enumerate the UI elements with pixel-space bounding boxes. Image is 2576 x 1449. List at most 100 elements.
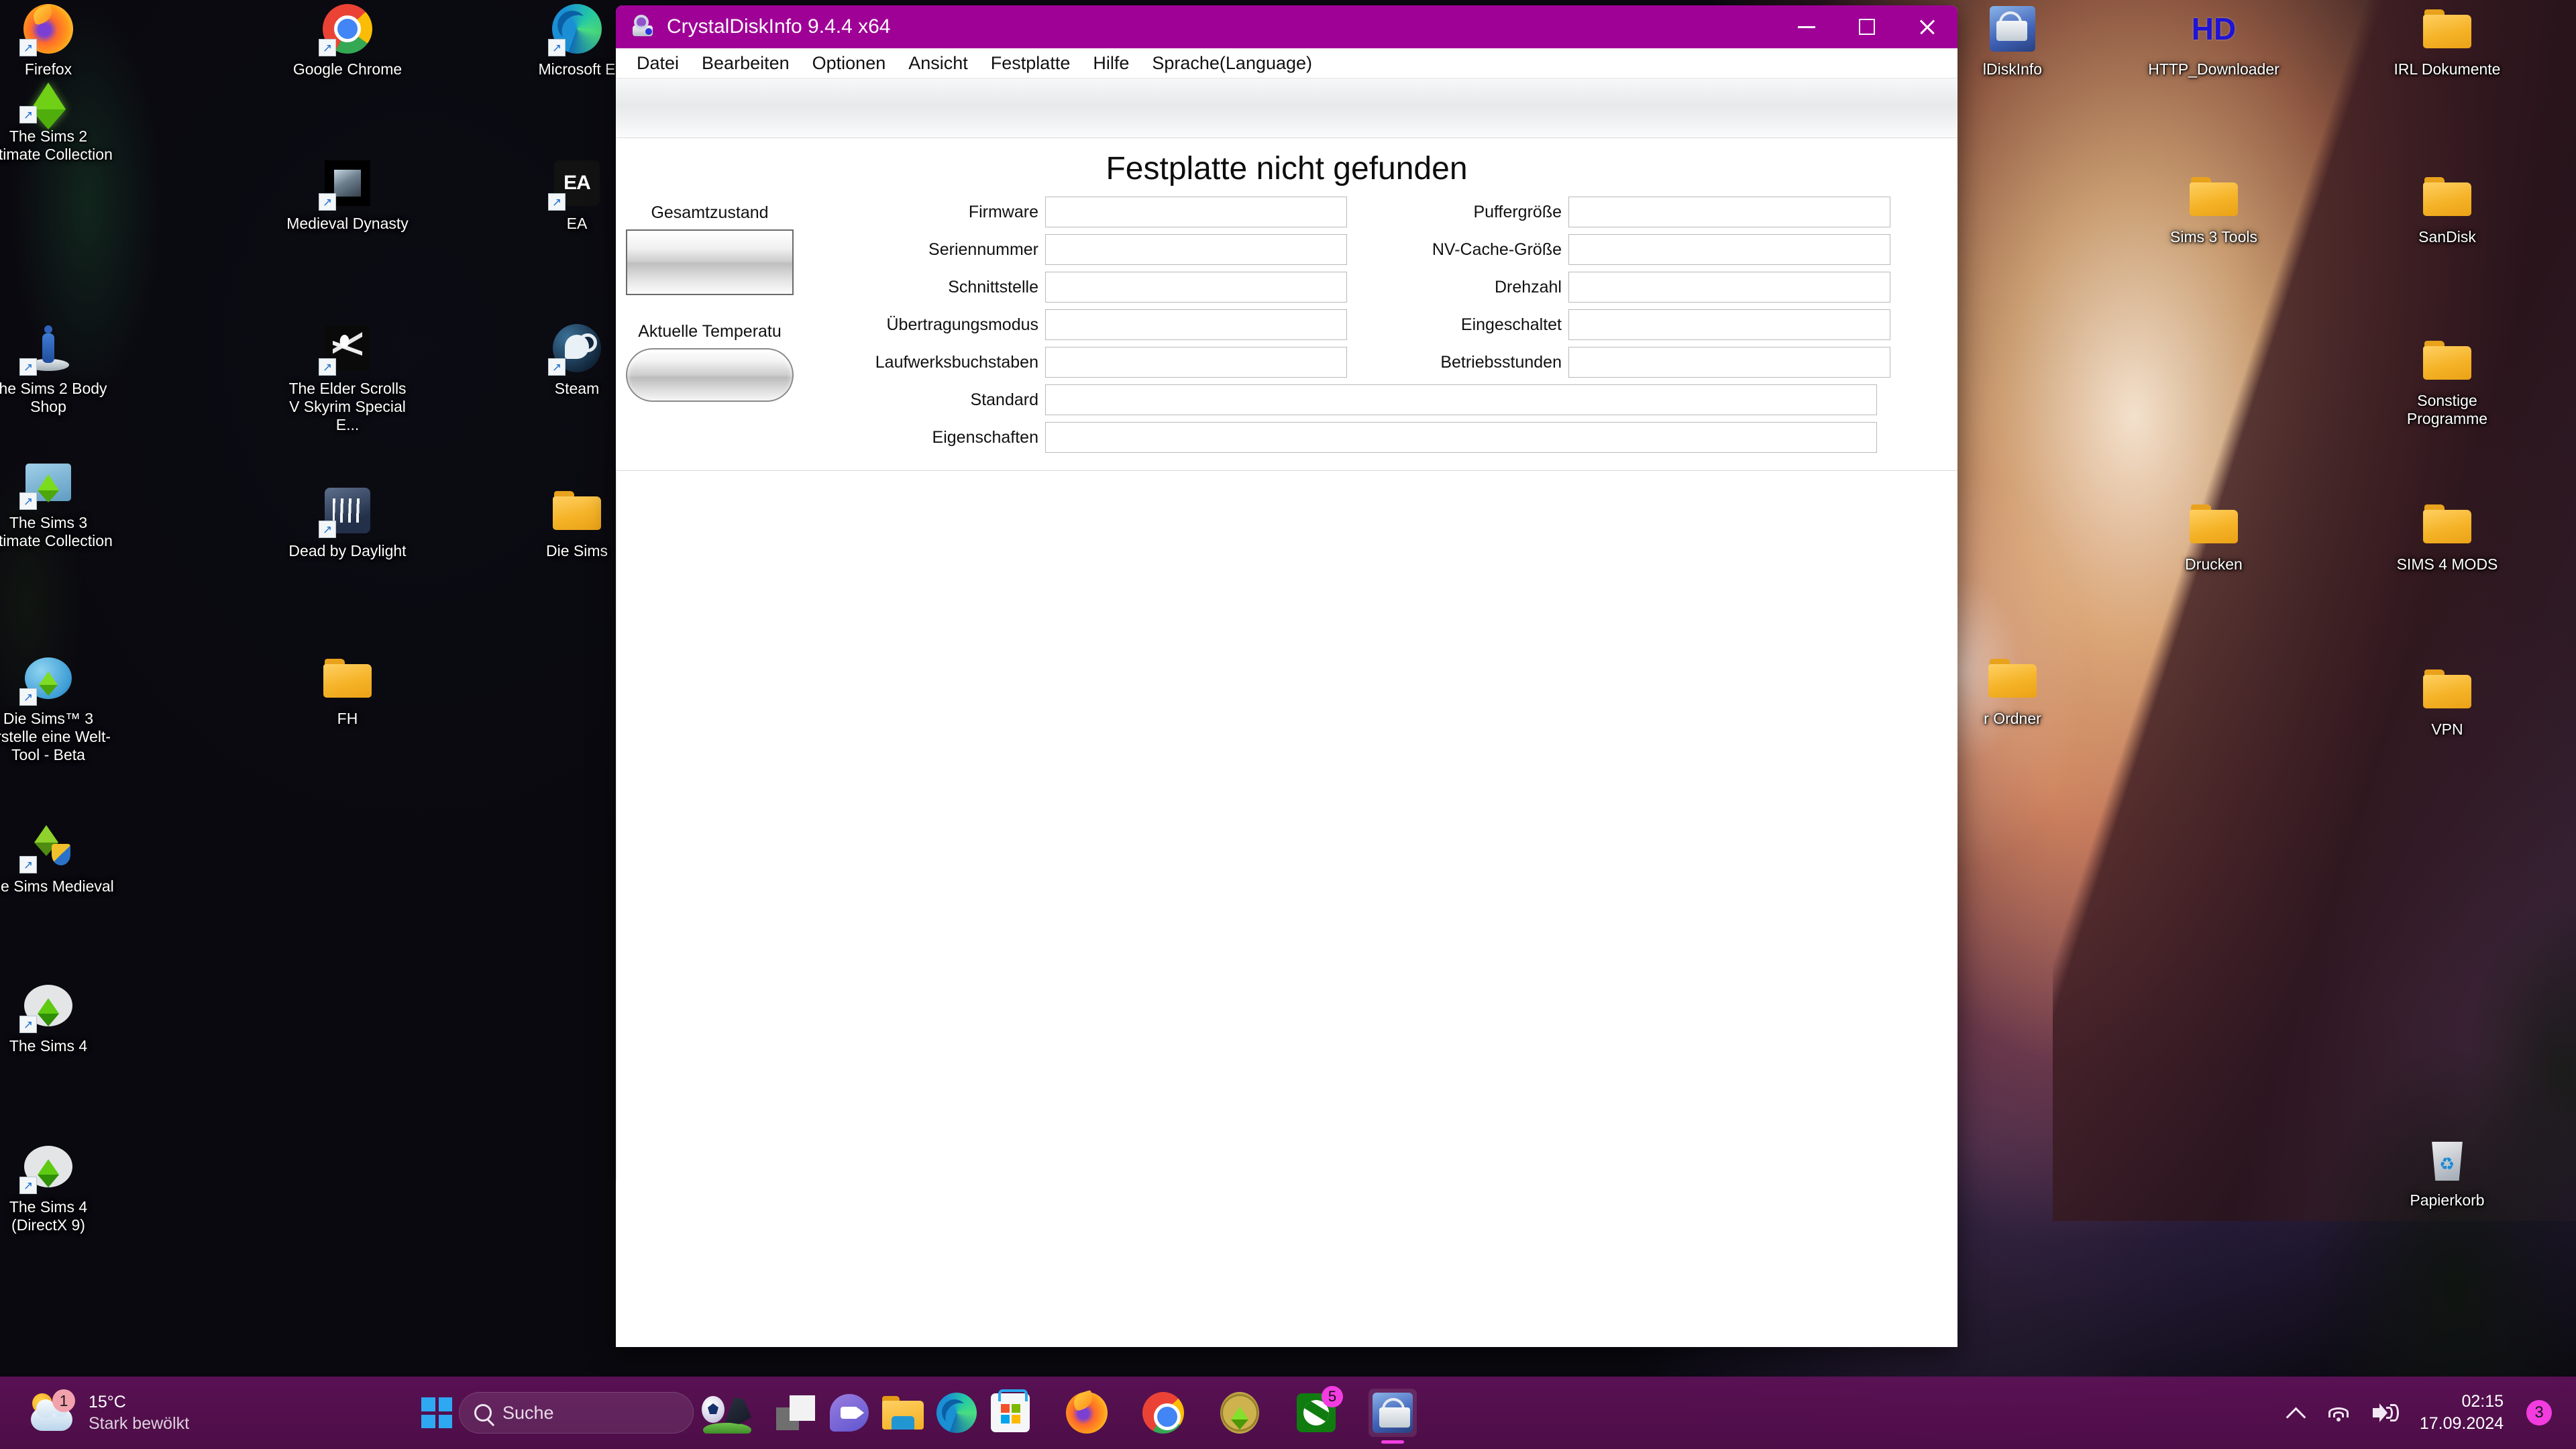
shortcut-arrow-icon: ↗ [319, 358, 336, 376]
start-button[interactable] [421, 1397, 452, 1428]
desktop-icon-die-sims-3-world-tool[interactable]: ↗ Die Sims™ 3 Erstelle eine Welt-Tool - … [0, 652, 115, 764]
maximize-button[interactable] [1837, 5, 1897, 48]
taskbar-xbox-button[interactable]: 5 [1292, 1386, 1343, 1437]
field-label-seriennummer: Seriennummer [928, 239, 1038, 259]
desktop-icon-label: IRL Dokumente [2394, 60, 2501, 78]
menu-item-festplatte[interactable]: Festplatte [979, 50, 1082, 76]
the-sims-icon [1220, 1392, 1259, 1434]
window-controls[interactable] [1776, 5, 1957, 48]
desktop-icon-skyrim-special-edition[interactable]: ↗ The Elder Scrolls V Skyrim Special E..… [280, 322, 415, 434]
smart-attributes-panel[interactable] [616, 470, 1957, 1181]
menu-item-hilfe[interactable]: Hilfe [1081, 50, 1140, 76]
taskbar-edge-button[interactable] [932, 1389, 981, 1437]
menu-bar[interactable]: Datei Bearbeiten Optionen Ansicht Festpl… [616, 48, 1957, 78]
field-input-puffergroesse[interactable] [1568, 197, 1890, 227]
desktop-icon-http-downloader[interactable]: HD HTTP_Downloader [2147, 3, 2281, 78]
medieval-dynasty-icon: ↗ [319, 157, 374, 211]
taskbar-file-explorer-button[interactable] [879, 1389, 927, 1437]
system-tray[interactable]: 02:15 17.09.2024 3 [2287, 1391, 2576, 1435]
weather-temperature: 15°C [89, 1392, 126, 1411]
desktop-icon-dead-by-daylight[interactable]: ↗ Dead by Daylight [280, 484, 415, 560]
taskbar-firefox-button[interactable] [1063, 1389, 1111, 1437]
desktop-icon-firefox[interactable]: ↗ Firefox [0, 3, 115, 78]
desktop-icon-the-sims-4[interactable]: ↗ The Sims 4 [0, 979, 115, 1055]
desktop-icon-irl-dokumente[interactable]: IRL Dokumente [2380, 3, 2514, 78]
temperature-indicator[interactable] [626, 348, 794, 402]
desktop-icon-label: Medieval Dynasty [286, 215, 409, 232]
desktop-icon-the-sims-4-directx-9[interactable]: ↗ The Sims 4 (DirectX 9) [0, 1140, 115, 1234]
chrome-icon: ↗ [319, 3, 374, 56]
desktop-icon-the-sims-2-ultimate-collection[interactable]: ↗ The Sims 2 Ultimate Collection [0, 70, 115, 164]
wifi-icon[interactable] [2327, 1404, 2350, 1421]
desktop-icon-crystaldiskinfo[interactable]: lDiskInfo [1945, 3, 2080, 78]
desktop-icon-sims-3-tools[interactable]: Sims 3 Tools [2147, 170, 2281, 246]
field-input-eigenschaften[interactable] [1045, 422, 1877, 453]
notification-badge[interactable]: 3 [2526, 1400, 2552, 1426]
chevron-up-icon[interactable] [2287, 1404, 2304, 1421]
taskbar-chat-button[interactable] [825, 1389, 873, 1437]
field-input-firmware[interactable] [1045, 197, 1347, 227]
minimize-button[interactable] [1776, 5, 1837, 48]
volume-icon[interactable] [2372, 1403, 2399, 1422]
taskbar-microsoft-store-button[interactable] [986, 1389, 1034, 1437]
desktop-icon-fh[interactable]: FH [280, 652, 415, 728]
sims2-bodyshop-icon: ↗ [19, 322, 74, 376]
desktop-icon-sandisk[interactable]: SanDisk [2380, 170, 2514, 246]
field-row: Firmware [797, 197, 1360, 227]
desktop-icon-the-sims-medieval[interactable]: ↗ The Sims Medieval [0, 820, 115, 896]
field-input-standard[interactable] [1045, 384, 1877, 415]
menu-item-bearbeiten[interactable]: Bearbeiten [690, 50, 801, 76]
desktop-icon-ordner[interactable]: r Ordner [1945, 652, 2080, 728]
ea-icon: EA ↗ [548, 157, 603, 211]
shortcut-arrow-icon: ↗ [319, 39, 336, 56]
desktop-icon-the-sims-3-ultimate-collection[interactable]: ↗ The Sims 3 Ultimate Collection [0, 456, 115, 550]
search-input[interactable]: Suche [459, 1392, 694, 1434]
taskbar-center[interactable]: Suche 5 [421, 1386, 1417, 1437]
field-input-schnittstelle[interactable] [1045, 272, 1347, 303]
taskbar-chrome-button[interactable] [1139, 1389, 1187, 1437]
window-titlebar[interactable]: CrystalDiskInfo 9.4.4 x64 [616, 5, 1957, 48]
field-input-laufwerksbuchstaben[interactable] [1045, 347, 1347, 378]
field-input-nv-cache-groesse[interactable] [1568, 234, 1890, 265]
shortcut-arrow-icon: ↗ [19, 1016, 37, 1033]
menu-item-ansicht[interactable]: Ansicht [897, 50, 979, 76]
field-input-drehzahl[interactable] [1568, 272, 1890, 303]
clock[interactable]: 02:15 17.09.2024 [2420, 1391, 2504, 1435]
weather-widget[interactable]: 1 15°C Stark bewölkt [30, 1389, 405, 1435]
field-label-eigenschaften: Eigenschaften [932, 427, 1038, 447]
taskbar[interactable]: 1 15°C Stark bewölkt Suche 5 02:15 17.09… [0, 1377, 2576, 1449]
desktop-icon-label: The Sims 2 Body Shop [0, 380, 107, 416]
field-input-seriennummer[interactable] [1045, 234, 1347, 265]
folder-icon [551, 484, 603, 537]
field-input-uebertragungsmodus[interactable] [1045, 309, 1347, 340]
crystaldiskinfo-window[interactable]: CrystalDiskInfo 9.4.4 x64 Datei Bearbeit… [616, 5, 1957, 1347]
field-input-betriebsstunden[interactable] [1568, 347, 1890, 378]
desktop-icon-the-sims-2-body-shop[interactable]: ↗ The Sims 2 Body Shop [0, 322, 115, 416]
desktop-icon-papierkorb[interactable]: ♻ Papierkorb [2380, 1134, 2514, 1210]
desktop-icon-label: Google Chrome [292, 60, 402, 78]
status-panel: Gesamtzustand Aktuelle Temperatu [616, 197, 797, 460]
shortcut-arrow-icon: ↗ [548, 358, 566, 376]
taskbar-apps[interactable]: 5 [771, 1386, 1417, 1437]
desktop-icon-google-chrome[interactable]: ↗ Google Chrome [280, 3, 415, 78]
sports-widget[interactable] [700, 1392, 751, 1434]
field-input-eingeschaltet[interactable] [1568, 309, 1890, 340]
menu-item-datei[interactable]: Datei [625, 50, 690, 76]
taskbar-the-sims-button[interactable] [1216, 1389, 1264, 1437]
folder-icon [321, 652, 374, 704]
desktop-icon-vpn[interactable]: VPN [2380, 663, 2514, 739]
desktop-icon-sonstige-programme[interactable]: Sonstige Programme [2380, 334, 2514, 428]
disk-selector-toolbar[interactable] [616, 78, 1957, 138]
menu-item-optionen[interactable]: Optionen [801, 50, 898, 76]
taskbar-crystaldiskinfo-button[interactable] [1368, 1389, 1417, 1437]
desktop-icon-sims-4-mods[interactable]: SIMS 4 MODS [2380, 498, 2514, 574]
field-row: Übertragungsmodus [797, 309, 1360, 340]
taskbar-task-view-button[interactable] [771, 1389, 820, 1437]
close-button[interactable] [1897, 5, 1957, 48]
shortcut-arrow-icon: ↗ [19, 1177, 37, 1194]
menu-item-sprache[interactable]: Sprache(Language) [1140, 50, 1324, 76]
desktop-icon-drucken[interactable]: Drucken [2147, 498, 2281, 574]
desktop-icon-medieval-dynasty[interactable]: ↗ Medieval Dynasty [280, 157, 415, 233]
health-status-indicator[interactable] [626, 229, 794, 295]
shortcut-arrow-icon: ↗ [19, 106, 37, 123]
